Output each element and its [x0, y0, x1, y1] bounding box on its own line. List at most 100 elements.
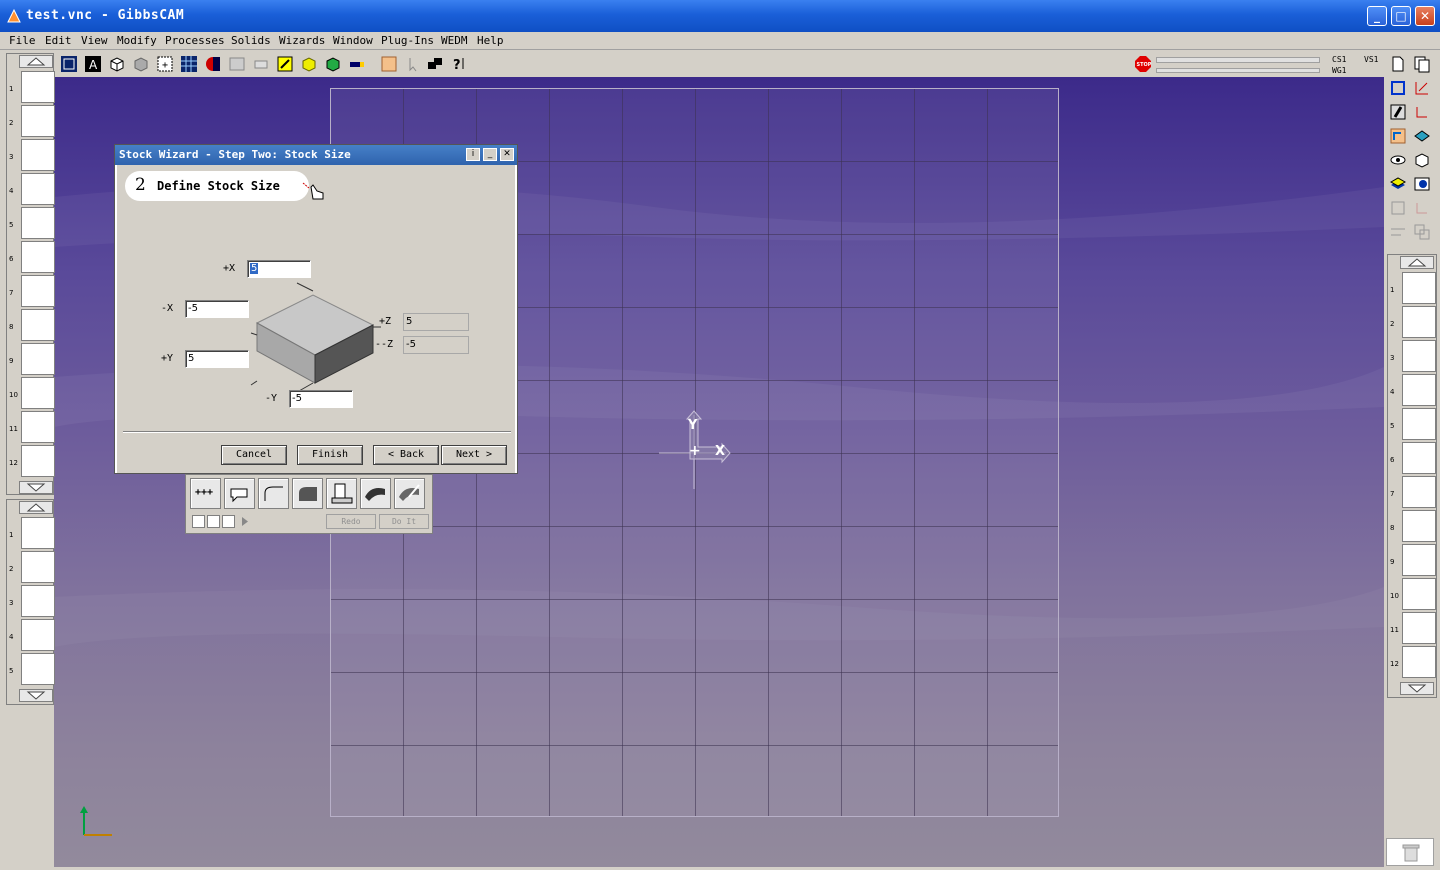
view-rotate-icon[interactable]	[228, 55, 246, 73]
minimize-button[interactable]: _	[1367, 6, 1387, 26]
right-tile-9[interactable]	[1402, 544, 1436, 576]
rounded-rect-button[interactable]	[224, 478, 255, 509]
print-icon[interactable]	[252, 55, 270, 73]
pointer-icon[interactable]	[404, 55, 422, 73]
left-group2-tile-1[interactable]	[21, 517, 55, 549]
menu-plug-ins[interactable]: Plug-Ins	[381, 34, 434, 47]
right-tile-8[interactable]	[1402, 510, 1436, 542]
left-group2-tile-5[interactable]	[21, 653, 55, 685]
expand-arrow-icon[interactable]	[239, 515, 252, 528]
annotation-icon[interactable]: A	[84, 55, 102, 73]
stop-filter-icon[interactable]	[207, 515, 220, 528]
grid-icon[interactable]	[180, 55, 198, 73]
copy-small-icon[interactable]	[222, 515, 235, 528]
trash-bin[interactable]	[1386, 838, 1434, 866]
edit-tool-button[interactable]	[394, 478, 425, 509]
left-tile-7[interactable]	[21, 275, 55, 307]
right-tile-1[interactable]	[1402, 272, 1436, 304]
machine-setup-button[interactable]	[326, 478, 357, 509]
menu-solids[interactable]: Solids	[231, 34, 271, 47]
dialog-close-button[interactable]: ✕	[500, 148, 514, 161]
left-tile-6[interactable]	[21, 241, 55, 273]
tool-bit-icon[interactable]	[1389, 103, 1407, 121]
menu-modify[interactable]: Modify	[117, 34, 157, 47]
right-scroll-up-button[interactable]	[1400, 256, 1434, 269]
maximize-button[interactable]: □	[1391, 6, 1411, 26]
cube-outline-icon[interactable]	[1413, 151, 1431, 169]
right-tile-7[interactable]	[1402, 476, 1436, 508]
close-button[interactable]: ✕	[1415, 6, 1435, 26]
geometry-lines-icon[interactable]	[1413, 79, 1431, 97]
stop-icon[interactable]: STOP	[1134, 55, 1152, 73]
menu-file[interactable]: File	[9, 34, 36, 47]
wireframe-cube-icon[interactable]	[108, 55, 126, 73]
redo-button[interactable]: Redo	[326, 514, 376, 529]
cancel-button[interactable]: Cancel	[221, 445, 287, 465]
left-scroll-down-button[interactable]	[19, 481, 53, 494]
right-tile-3[interactable]	[1402, 340, 1436, 372]
left-tile-10[interactable]	[21, 377, 55, 409]
menu-wedm[interactable]: WEDM	[441, 34, 468, 47]
menu-view[interactable]: View	[81, 34, 108, 47]
left-tile-8[interactable]	[21, 309, 55, 341]
left-group2-scroll-up-button[interactable]	[19, 501, 53, 514]
material-icon[interactable]	[204, 55, 222, 73]
right-tile-4[interactable]	[1402, 374, 1436, 406]
windows-icon[interactable]	[426, 55, 444, 73]
plus-y-input[interactable]: 5	[185, 350, 249, 368]
plus-x-input[interactable]: 5	[247, 260, 311, 278]
right-tile-10[interactable]	[1402, 578, 1436, 610]
back-button[interactable]: < Back	[373, 445, 439, 465]
stock-icon[interactable]	[380, 55, 398, 73]
select-box-icon[interactable]: +	[156, 55, 174, 73]
solid-green-icon[interactable]	[324, 55, 342, 73]
filter-icon[interactable]	[192, 515, 205, 528]
minus-x-input[interactable]: -5	[185, 300, 249, 318]
copy-documents-icon[interactable]	[1413, 55, 1431, 73]
dialog-info-button[interactable]: i	[466, 148, 480, 161]
left-group2-tile-4[interactable]	[21, 619, 55, 651]
right-tile-6[interactable]	[1402, 442, 1436, 474]
new-document-icon[interactable]	[1389, 55, 1407, 73]
left-tile-11[interactable]	[21, 411, 55, 443]
minus-y-input[interactable]: -5	[289, 390, 353, 408]
finish-button[interactable]: Finish	[297, 445, 363, 465]
right-tile-11[interactable]	[1402, 612, 1436, 644]
left-tile-2[interactable]	[21, 105, 55, 137]
left-tile-3[interactable]	[21, 139, 55, 171]
menu-help[interactable]: Help	[477, 34, 504, 47]
eye-icon[interactable]	[1389, 151, 1407, 169]
right-tile-5[interactable]	[1402, 408, 1436, 440]
left-tile-4[interactable]	[21, 173, 55, 205]
layers-icon[interactable]	[1389, 175, 1407, 193]
do-it-button[interactable]: Do It	[379, 514, 429, 529]
tool-icon[interactable]	[276, 55, 294, 73]
arc-shape-button[interactable]	[258, 478, 289, 509]
left-scroll-up-button[interactable]	[19, 55, 53, 68]
solid-yellow-icon[interactable]	[300, 55, 318, 73]
left-tile-12[interactable]	[21, 445, 55, 477]
machine-icon[interactable]	[348, 55, 366, 73]
left-group2-tile-2[interactable]	[21, 551, 55, 583]
left-group2-tile-3[interactable]	[21, 585, 55, 617]
right-tile-2[interactable]	[1402, 306, 1436, 338]
shaded-cube-icon[interactable]	[132, 55, 150, 73]
next-button[interactable]: Next >	[441, 445, 507, 465]
plane-icon[interactable]	[1413, 127, 1431, 145]
points-button[interactable]: +++	[190, 478, 221, 509]
menu-processes[interactable]: Processes	[165, 34, 225, 47]
dialog-minimize-button[interactable]: _	[483, 148, 497, 161]
menu-wizards[interactable]: Wizards	[279, 34, 325, 47]
frame-view-icon[interactable]	[60, 55, 78, 73]
left-group2-scroll-down-button[interactable]	[19, 689, 53, 702]
render-icon[interactable]	[1413, 175, 1431, 193]
right-scroll-down-button[interactable]	[1400, 682, 1434, 695]
left-tile-5[interactable]	[21, 207, 55, 239]
help-icon[interactable]: ?	[452, 55, 470, 73]
process-icon[interactable]	[1389, 127, 1407, 145]
profile-shape-button[interactable]	[292, 478, 323, 509]
right-tile-12[interactable]	[1402, 646, 1436, 678]
geometry-rect-icon[interactable]	[1389, 79, 1407, 97]
left-tile-9[interactable]	[21, 343, 55, 375]
solid-tool-button[interactable]	[360, 478, 391, 509]
